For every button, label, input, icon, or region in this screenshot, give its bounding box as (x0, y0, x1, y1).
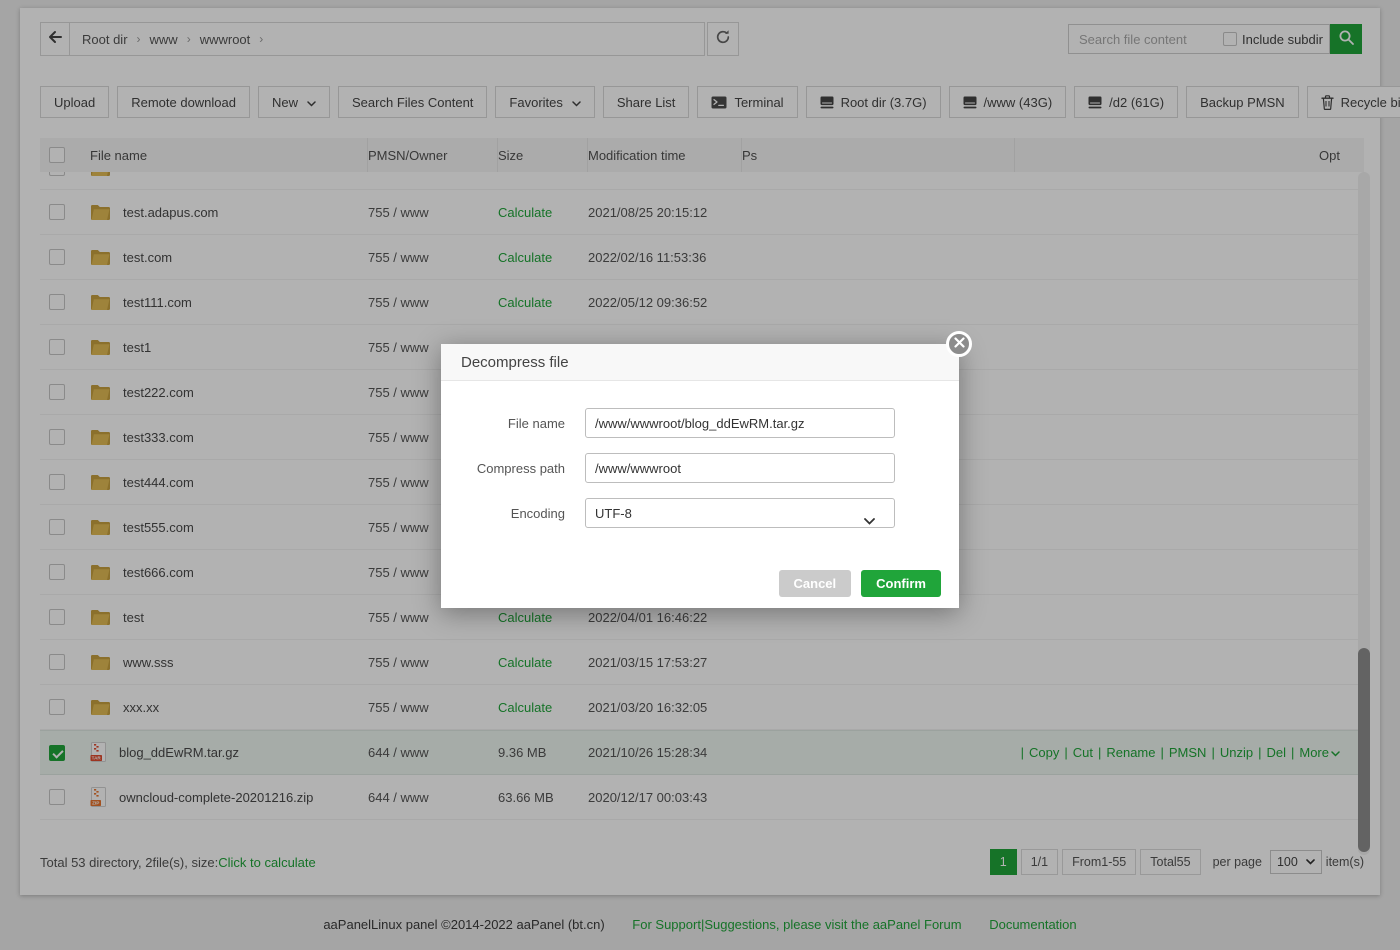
close-icon (954, 335, 965, 353)
field-label: Encoding (441, 506, 565, 521)
form-row-compress-path: Compress path (441, 453, 959, 483)
dialog-title: Decompress file (441, 344, 959, 381)
field-label: File name (441, 416, 565, 431)
form-row-encoding: Encoding (441, 498, 959, 528)
file-name-input[interactable] (585, 408, 895, 438)
form-row-file-name: File name (441, 408, 959, 438)
encoding-select[interactable] (585, 498, 895, 528)
dialog-body: File name Compress path Encoding (441, 381, 959, 528)
decompress-dialog: Decompress file File name Compress path En… (441, 344, 959, 608)
cancel-button[interactable]: Cancel (779, 570, 852, 597)
confirm-button[interactable]: Confirm (861, 570, 941, 597)
dialog-footer: Cancel Confirm (441, 558, 959, 608)
compress-path-input[interactable] (585, 453, 895, 483)
field-label: Compress path (441, 461, 565, 476)
close-button[interactable] (946, 331, 972, 357)
encoding-select-value[interactable] (585, 498, 895, 528)
